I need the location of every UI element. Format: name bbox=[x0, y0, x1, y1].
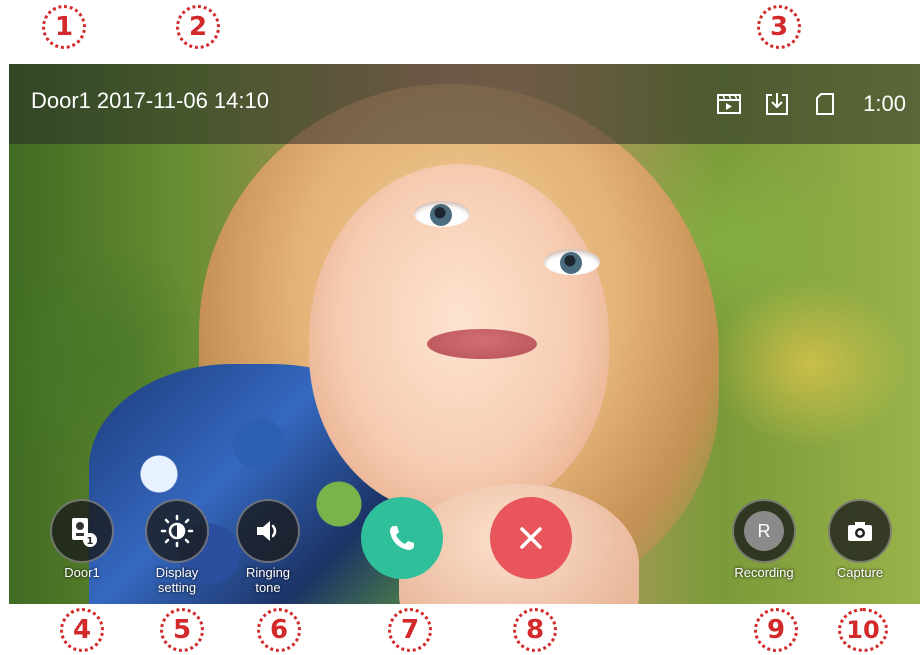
recording-button-label: Recording bbox=[734, 565, 794, 580]
ringing-tone-button[interactable]: Ringing tone bbox=[223, 499, 313, 595]
door-button-label: Door1 bbox=[64, 565, 100, 580]
download-icon bbox=[766, 93, 789, 115]
callout-1: 1 bbox=[42, 5, 86, 49]
callout-9: 9 bbox=[754, 608, 798, 652]
capture-button[interactable]: Capture bbox=[815, 499, 905, 580]
callout-7: 7 bbox=[388, 608, 432, 652]
speaker-icon bbox=[257, 521, 277, 541]
callout-8: 8 bbox=[513, 608, 557, 652]
video-record-icon bbox=[717, 94, 742, 114]
hang-up-button[interactable] bbox=[490, 497, 572, 579]
top-status-bar: Door1 2017-11-06 14:10 1:00 bbox=[9, 64, 920, 144]
camera-icon bbox=[848, 522, 872, 541]
phone-answer-icon bbox=[390, 526, 414, 550]
callout-6: 6 bbox=[257, 608, 301, 652]
display-setting-button[interactable]: Display setting bbox=[132, 499, 222, 595]
answer-call-button[interactable] bbox=[361, 497, 443, 579]
call-title: Door1 2017-11-06 14:10 bbox=[31, 88, 275, 114]
door-badge: 1 bbox=[87, 536, 94, 547]
ringtone-button-label: Ringing tone bbox=[245, 565, 291, 595]
callout-10: 10 bbox=[838, 608, 888, 652]
recording-button-circle[interactable]: R bbox=[732, 499, 796, 563]
display-button-circle[interactable] bbox=[145, 499, 209, 563]
door-name: Door1 bbox=[31, 88, 91, 113]
video-feed-eye-right bbox=[544, 249, 600, 275]
answer-button-circle[interactable] bbox=[361, 497, 443, 579]
elapsed-time: 1:00 bbox=[863, 91, 906, 116]
intercom-video-screen: Door1 2017-11-06 14:10 1:00 1 Door1 Disp… bbox=[9, 64, 920, 604]
brightness-icon bbox=[160, 514, 194, 548]
recording-button[interactable]: R Recording bbox=[719, 499, 809, 580]
display-button-label: Display setting bbox=[155, 565, 199, 595]
status-icons: 1:00 bbox=[715, 84, 906, 124]
door-station-icon: 1 bbox=[72, 518, 97, 547]
door-select-button[interactable]: 1 Door1 bbox=[37, 499, 127, 580]
video-feed-eye-left bbox=[414, 201, 470, 227]
hangup-button-circle[interactable] bbox=[490, 497, 572, 579]
callout-4: 4 bbox=[60, 608, 104, 652]
call-datetime: 2017-11-06 14:10 bbox=[96, 88, 269, 113]
callout-2: 2 bbox=[176, 5, 220, 49]
capture-button-circle[interactable] bbox=[828, 499, 892, 563]
door-button-circle[interactable]: 1 bbox=[50, 499, 114, 563]
callout-5: 5 bbox=[160, 608, 204, 652]
ringtone-button-circle[interactable] bbox=[236, 499, 300, 563]
video-feed-mouth bbox=[427, 329, 537, 359]
sd-card-icon bbox=[816, 93, 835, 115]
callout-3: 3 bbox=[757, 5, 801, 49]
record-letter-icon: R bbox=[744, 511, 784, 551]
capture-button-label: Capture bbox=[836, 565, 884, 580]
close-icon bbox=[520, 527, 542, 549]
